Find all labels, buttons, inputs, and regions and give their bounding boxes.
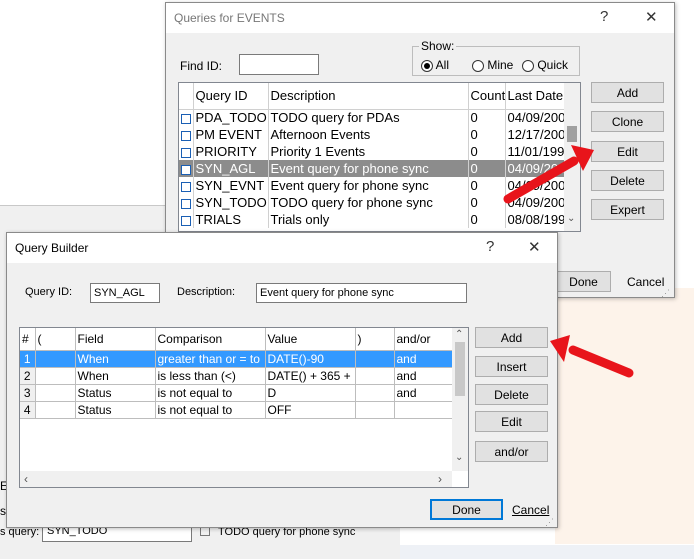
arrow-to-add-icon bbox=[550, 335, 634, 378]
annotation-overlay bbox=[503, 145, 634, 378]
arrow-to-edit-icon bbox=[503, 145, 594, 204]
